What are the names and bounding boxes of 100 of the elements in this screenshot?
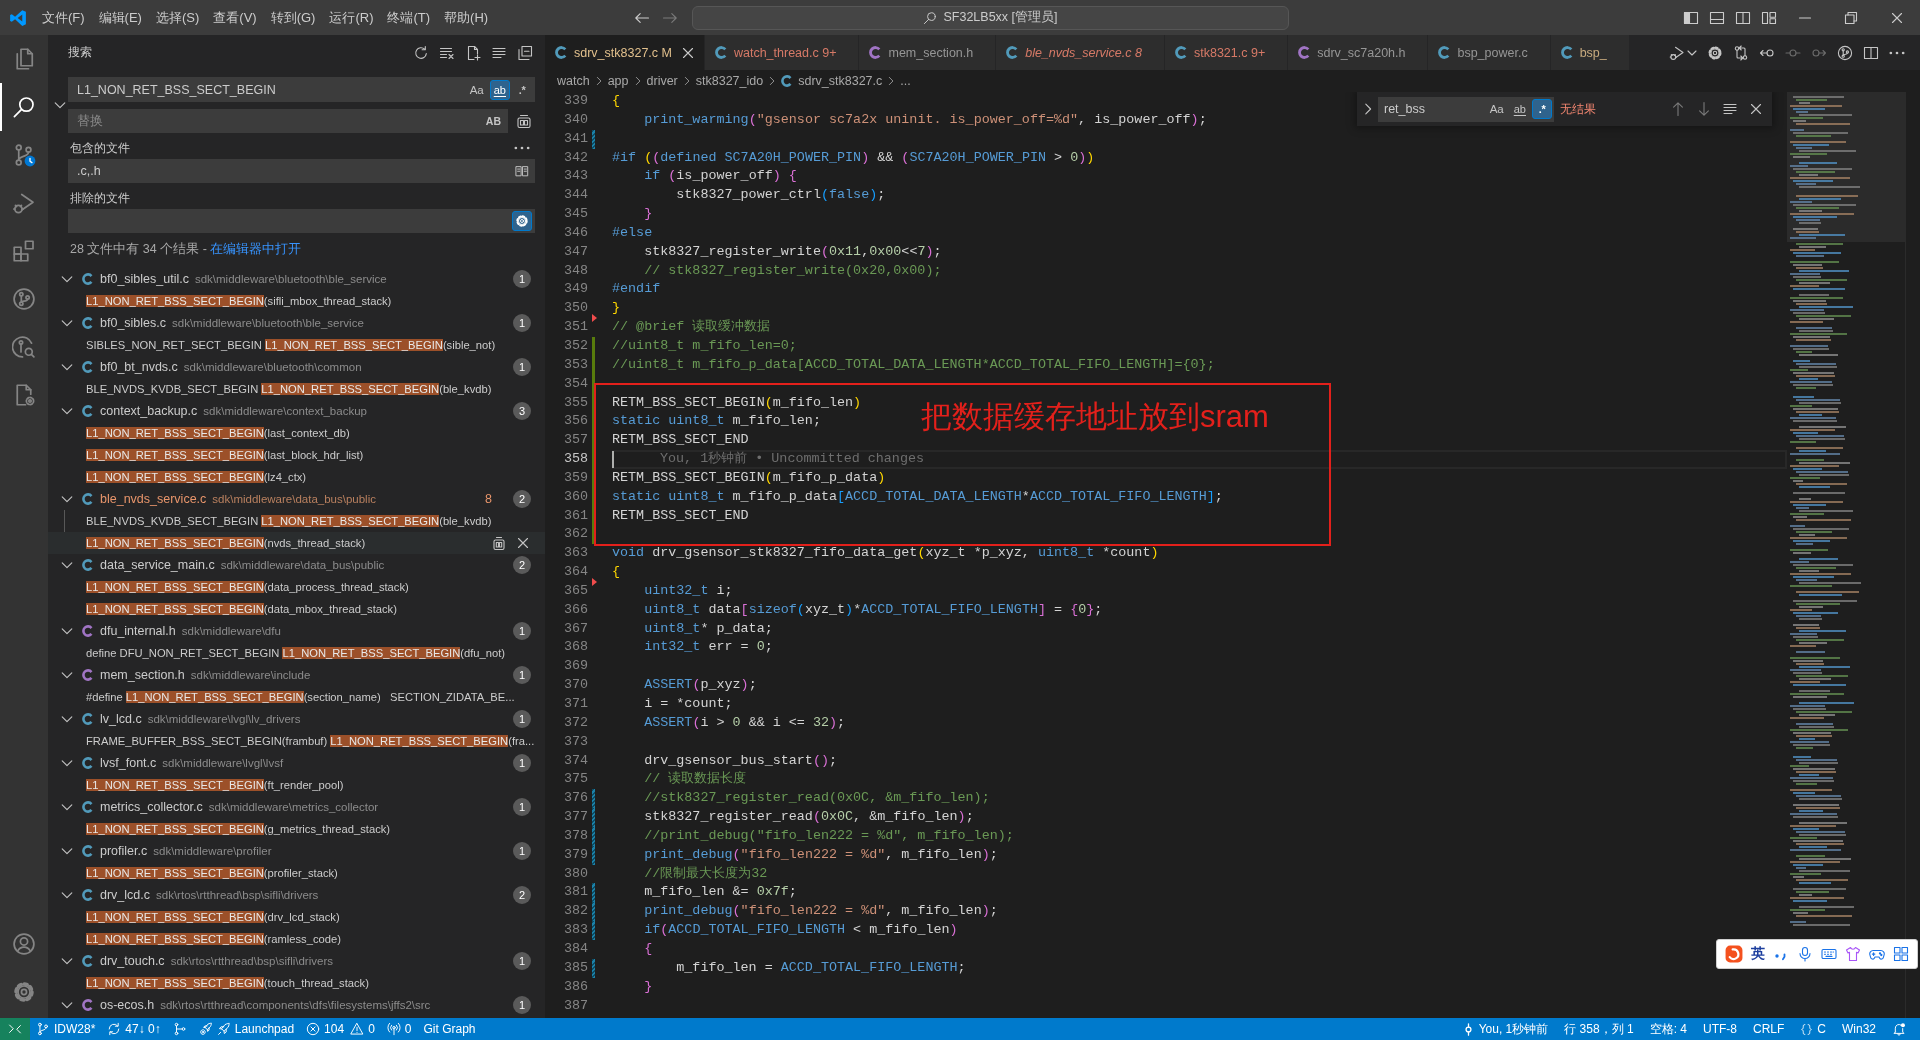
status-item[interactable]: 行 358，列 1 (1556, 1018, 1642, 1040)
arrow-up-icon[interactable] (1670, 101, 1686, 117)
search-result-file[interactable]: bf0_sibles.c (100, 316, 166, 330)
search-result-file[interactable]: context_backup.c (100, 404, 198, 418)
input-mode[interactable]: 英 (1751, 945, 1765, 963)
new-file-icon[interactable] (465, 44, 481, 61)
search-match[interactable]: define DFU_NON_RET_SECT_BEGIN L1_NON_RET_BSS_SECT_BEGIN(dfu_not) (86, 647, 506, 659)
arrow-down-icon[interactable] (1696, 101, 1712, 117)
search-field[interactable]: L1_NON_RET_BSS_SECT_BEGIN Aa ab .* (68, 77, 535, 102)
sync-status[interactable]: 47↓ 0↑ (101, 1018, 167, 1040)
ports-status[interactable]: 0 (380, 1018, 418, 1040)
command-center[interactable]: SF32LB5xx [管理员] (692, 5, 1289, 30)
search-result-file[interactable]: os-ecos.h (100, 998, 155, 1012)
menu-item[interactable]: 转到(G) (263, 0, 323, 35)
search-result-file[interactable]: drv_touch.c (100, 954, 165, 968)
close-icon[interactable] (1748, 101, 1764, 117)
editor-tab[interactable]: stk8321.c 9+ (1164, 35, 1289, 70)
gear-icon[interactable] (512, 211, 532, 231)
editor-tab[interactable]: bsp_power.c (1428, 35, 1551, 70)
run-debug-icon[interactable] (12, 191, 36, 215)
include-field[interactable]: .c,.h (68, 159, 535, 183)
breadcrumb-item[interactable]: sdrv_stk8327.c (798, 74, 883, 88)
menu-item[interactable]: 运行(R) (322, 0, 381, 35)
editor-tab[interactable]: sdrv_stk8327.c M (545, 35, 705, 70)
editor-tab[interactable]: ble_nvds_service.c 8 (996, 35, 1165, 70)
more-icon[interactable] (1889, 50, 1905, 55)
search-match[interactable]: BLE_NVDS_KVDB_SECT_BEGIN L1_NON_RET_BSS_SECT_BEGIN(ble_kvdb) (86, 383, 492, 395)
account-icon[interactable] (12, 932, 36, 956)
status-item[interactable]: Git Graph (417, 1018, 482, 1040)
option-toggle[interactable]: .* (1532, 99, 1552, 119)
editor-tab[interactable]: bsp_ (1550, 35, 1630, 70)
option-toggle[interactable]: Aa (465, 79, 488, 100)
dismiss-icon[interactable] (515, 535, 531, 551)
search-match[interactable]: SIBLES_NON_RET_SECT_BEGIN L1_NON_RET_BSS_SECT_BEGIN(sible_not) (86, 339, 496, 351)
settings-icon[interactable] (1707, 44, 1723, 61)
search-result-file[interactable]: bf0_bt_nvds.c (100, 360, 178, 374)
status-item[interactable]: CRLF (1744, 1018, 1793, 1040)
keyboard-icon[interactable] (1821, 946, 1837, 962)
menu-item[interactable]: 帮助(H) (437, 0, 496, 35)
logo-icon[interactable] (1725, 945, 1743, 963)
option-toggle[interactable]: Aa (1485, 99, 1508, 119)
more-icon[interactable] (514, 146, 530, 150)
source-control-icon[interactable] (12, 143, 36, 167)
search-result-file[interactable]: dfu_internal.h (100, 624, 176, 638)
editor-tab[interactable]: sdrv_sc7a20h.h (1288, 35, 1429, 70)
search-result-file[interactable]: mem_section.h (100, 668, 185, 682)
split-editor-icon[interactable] (1863, 44, 1879, 61)
language-status[interactable]: C (1792, 1018, 1834, 1040)
menu-item[interactable]: 查看(V) (206, 0, 264, 35)
shirt-icon[interactable] (1845, 946, 1861, 962)
search-result-file[interactable]: drv_lcd.c (100, 888, 151, 902)
branch-circle-icon[interactable] (1837, 44, 1853, 61)
menu-item[interactable]: 选择(S) (148, 0, 207, 35)
option-toggle[interactable]: AB (481, 111, 505, 131)
breadcrumb-item[interactable]: app (607, 74, 629, 88)
menu-item[interactable]: 终端(T) (380, 0, 438, 35)
compare-changes-icon[interactable] (1733, 44, 1749, 61)
search-result-file[interactable]: lv_lcd.c (100, 712, 142, 726)
status-item[interactable]: Win32 (1834, 1018, 1884, 1040)
search-result-file[interactable]: data_service_main.c (100, 558, 215, 572)
search-match[interactable]: BLE_NVDS_KVDB_SECT_BEGIN L1_NON_RET_BSS_SECT_BEGIN(ble_kvdb) (86, 515, 492, 527)
editor-tab[interactable]: watch_thread.c 9+ (704, 35, 860, 70)
status-item[interactable]: UTF-8 (1694, 1018, 1745, 1040)
microphone-icon[interactable] (1797, 946, 1813, 962)
branch-status[interactable]: IDW28* (30, 1018, 102, 1040)
warning-count[interactable]: 0 (348, 1018, 375, 1040)
rocket-gear-icon[interactable] (198, 1022, 213, 1036)
panel-bottom-icon[interactable] (1709, 9, 1725, 26)
search-icon[interactable] (12, 95, 36, 119)
menu-item[interactable]: 文件(F) (35, 0, 92, 35)
error-count[interactable]: 104 (306, 1018, 345, 1040)
find-field[interactable]: ret_bss Aa ab .* (1378, 96, 1554, 122)
search-match[interactable]: FRAME_BUFFER_BSS_SECT_BEGIN(frambuf) L1_NON_RET_BSS_SECT_BEGIN(fra... (86, 735, 535, 747)
search-result-file[interactable]: bf0_sibles_util.c (100, 272, 189, 286)
breadcrumb-item[interactable]: driver (646, 74, 678, 88)
option-toggle[interactable]: ab (489, 79, 510, 100)
breadcrumb-item[interactable]: watch (557, 74, 590, 88)
replace-field[interactable]: 替换 AB (68, 109, 508, 133)
branch-search-icon[interactable] (12, 335, 36, 359)
menu-item[interactable]: 编辑(E) (91, 0, 149, 35)
blame-status[interactable]: You, 1秒钟前 (1453, 1018, 1557, 1040)
status-item[interactable]: 空格: 4 (1641, 1018, 1695, 1040)
extensions-icon[interactable] (12, 239, 36, 263)
search-result-file[interactable]: ble_nvds_service.c (100, 492, 207, 506)
caret-icon[interactable] (1687, 49, 1697, 56)
search-match[interactable]: #define L1_NON_RET_BSS_SECT_BEGIN(section_name) SECTION_ZIDATA_BE... (86, 691, 515, 703)
sidebar-left-icon[interactable] (1683, 9, 1699, 26)
breadcrumb-item[interactable]: ... (900, 74, 911, 88)
search-result-file[interactable]: lvsf_font.c (100, 756, 157, 770)
replace-icon[interactable] (491, 535, 507, 551)
branch-tree-icon[interactable] (172, 1022, 187, 1036)
breadcrumb-item[interactable]: stk8327_ido (695, 74, 764, 88)
list-lines-icon[interactable] (1722, 101, 1738, 117)
option-toggle[interactable]: .* (512, 79, 532, 100)
option-toggle[interactable]: ab (1509, 99, 1530, 119)
refresh-icon[interactable] (413, 44, 429, 61)
launchpad-status[interactable]: Launchpad (216, 1018, 295, 1040)
layout-icon[interactable] (1761, 9, 1777, 26)
grid-icon[interactable] (1893, 946, 1909, 962)
open-in-editor-link[interactable]: 在编辑器中打开 (210, 241, 302, 256)
